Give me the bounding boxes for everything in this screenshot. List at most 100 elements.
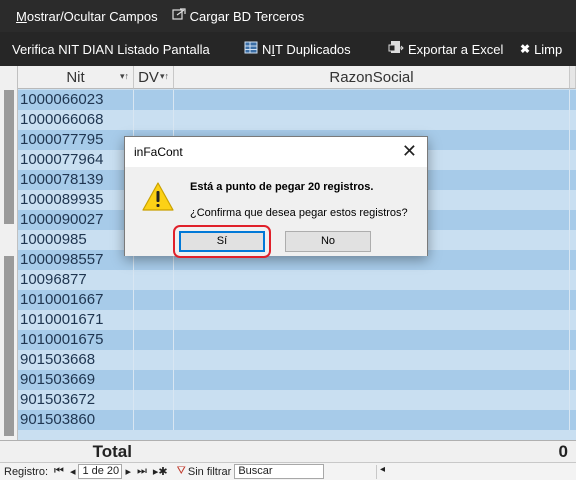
registro-label: Registro: xyxy=(4,465,49,478)
cell-nit[interactable]: 1010001667 xyxy=(18,290,134,310)
verifica-nit-dian-button[interactable]: Verifica NIT DIAN Listado Pantalla xyxy=(0,32,238,66)
cell-dv[interactable] xyxy=(134,410,174,430)
exportar-excel-button[interactable]: Exportar a Excel xyxy=(374,32,514,66)
record-selector-column[interactable] xyxy=(0,66,18,440)
first-record-button[interactable]: ⏮ xyxy=(51,465,67,478)
duplicados-label: T Duplicados xyxy=(275,41,351,57)
cell-dv[interactable] xyxy=(134,290,174,310)
dialog-body: Está a punto de pegar 20 registros. ¿Con… xyxy=(125,167,427,258)
mostrar-label: ostrar/Ocultar Campos xyxy=(26,8,158,24)
cell-nit[interactable]: 901503669 xyxy=(18,370,134,390)
vertical-scrollbar-top[interactable] xyxy=(570,66,576,89)
cell-nit[interactable]: 1000066023 xyxy=(18,90,134,110)
limpiar-label: Limp xyxy=(534,41,563,57)
table-row[interactable]: 901503669 xyxy=(18,370,576,390)
duplicados-label-pre: N xyxy=(262,41,272,57)
cell-razonsocial[interactable] xyxy=(174,390,570,410)
yes-button[interactable]: Sí xyxy=(179,231,265,252)
table-row[interactable]: 1010001667 xyxy=(18,290,576,310)
confirm-paste-dialog: inFaCont ✕ Está a punto de pegar 20 regi… xyxy=(124,136,428,258)
duplicates-grid-icon xyxy=(244,41,258,57)
filter-toggle[interactable]: ⛛ Sin filtrar xyxy=(171,465,235,478)
cell-nit[interactable]: 1000098557 xyxy=(18,250,134,270)
cell-nit[interactable]: 10000985 xyxy=(18,230,134,250)
selection-marker xyxy=(4,256,14,436)
column-header-nit[interactable]: Nit ▾↑ xyxy=(18,66,134,89)
cell-dv[interactable] xyxy=(134,370,174,390)
cell-razonsocial[interactable] xyxy=(174,110,570,130)
cell-razonsocial[interactable] xyxy=(174,90,570,110)
mostrar-label-accel: M xyxy=(16,8,27,24)
cell-nit[interactable]: 1000077795 xyxy=(18,130,134,150)
cell-dv[interactable] xyxy=(134,330,174,350)
next-record-button[interactable]: ▸ xyxy=(122,465,134,478)
column-header-razonsocial[interactable]: RazonSocial xyxy=(174,66,570,89)
exportar-label: Exportar a Excel xyxy=(408,41,504,57)
toolbar-top: Mostrar/Ocultar Campos Cargar BD Tercero… xyxy=(0,0,576,32)
cell-razonsocial[interactable] xyxy=(174,270,570,290)
cell-dv[interactable] xyxy=(134,270,174,290)
table-row[interactable]: 1000066023 xyxy=(18,90,576,110)
table-row[interactable]: 1010001671 xyxy=(18,310,576,330)
mostrar-ocultar-campos-button[interactable]: Mostrar/Ocultar Campos xyxy=(0,0,164,32)
table-row[interactable]: 1000066068 xyxy=(18,110,576,130)
new-record-button[interactable]: ▸✱ xyxy=(150,465,171,478)
total-label: Total xyxy=(92,442,132,461)
close-icon[interactable]: ✕ xyxy=(402,141,417,162)
cell-nit[interactable]: 901503860 xyxy=(18,410,134,430)
no-filter-icon: ⛛ xyxy=(176,465,186,477)
table-row[interactable]: 10096877 xyxy=(18,270,576,290)
cell-nit[interactable]: 901503668 xyxy=(18,350,134,370)
cell-razonsocial[interactable] xyxy=(174,370,570,390)
column-header-nit-label: Nit xyxy=(66,68,85,86)
cell-dv[interactable] xyxy=(134,390,174,410)
cell-razonsocial[interactable] xyxy=(174,310,570,330)
dialog-title: inFaCont xyxy=(134,145,183,159)
verifica-label: Verifica NIT DIAN Listado Pantalla xyxy=(12,41,210,57)
cell-nit[interactable]: 1000090027 xyxy=(18,210,134,230)
cell-razonsocial[interactable] xyxy=(174,290,570,310)
load-database-icon xyxy=(172,8,186,24)
table-row[interactable]: 1010001675 xyxy=(18,330,576,350)
search-input[interactable]: Buscar xyxy=(234,464,325,479)
cell-dv[interactable] xyxy=(134,110,174,130)
cell-nit[interactable]: 1000078139 xyxy=(18,170,134,190)
cell-nit[interactable]: 1000089935 xyxy=(18,190,134,210)
limpiar-button[interactable]: ✖ Limp xyxy=(514,32,568,66)
prev-record-button[interactable]: ◂ xyxy=(67,465,79,478)
toolbar-actions: Verifica NIT DIAN Listado Pantalla NIT D… xyxy=(0,32,576,66)
cell-dv[interactable] xyxy=(134,350,174,370)
no-button[interactable]: No xyxy=(285,231,371,252)
cell-nit[interactable]: 1000066068 xyxy=(18,110,134,130)
scroll-left-icon[interactable]: ◂ xyxy=(380,464,385,475)
record-position-field[interactable]: 1 de 20 xyxy=(78,464,123,479)
table-row[interactable]: 901503672 xyxy=(18,390,576,410)
sort-filter-icon[interactable]: ▾↑ xyxy=(160,71,169,82)
record-navigation-bar: Registro: ⏮ ◂ 1 de 20 ▸ ⏭ ▸✱ ⛛ Sin filtr… xyxy=(0,462,576,480)
cell-nit[interactable]: 10096877 xyxy=(18,270,134,290)
cell-razonsocial[interactable] xyxy=(174,410,570,430)
cell-nit[interactable]: 901503672 xyxy=(18,390,134,410)
table-row[interactable]: 901503860 xyxy=(18,410,576,430)
dialog-titlebar[interactable]: inFaCont ✕ xyxy=(125,137,427,167)
dialog-question: ¿Confirma que desea pegar estos registro… xyxy=(190,207,408,219)
cell-razonsocial[interactable] xyxy=(174,350,570,370)
totals-row: Total 0 xyxy=(0,440,576,462)
cell-nit[interactable]: 1010001671 xyxy=(18,310,134,330)
sort-filter-icon[interactable]: ▾↑ xyxy=(120,71,129,82)
cell-razonsocial[interactable] xyxy=(174,330,570,350)
cell-dv[interactable] xyxy=(134,90,174,110)
column-header-dv[interactable]: DV ▾↑ xyxy=(134,66,174,89)
cell-nit[interactable]: 1010001675 xyxy=(18,330,134,350)
selection-marker xyxy=(4,90,14,224)
cell-nit[interactable]: 1000077964 xyxy=(18,150,134,170)
cell-dv[interactable] xyxy=(134,310,174,330)
total-value: 0 xyxy=(558,442,568,461)
last-record-button[interactable]: ⏭ xyxy=(134,465,150,478)
dialog-message: Está a punto de pegar 20 registros. xyxy=(190,181,374,193)
table-row[interactable]: 901503668 xyxy=(18,350,576,370)
cargar-bd-terceros-button[interactable]: Cargar BD Terceros xyxy=(166,0,311,32)
horizontal-scrollbar[interactable]: ◂ xyxy=(376,464,576,479)
nit-duplicados-button[interactable]: NIT Duplicados xyxy=(238,32,374,66)
filter-label: Sin filtrar xyxy=(187,465,232,478)
